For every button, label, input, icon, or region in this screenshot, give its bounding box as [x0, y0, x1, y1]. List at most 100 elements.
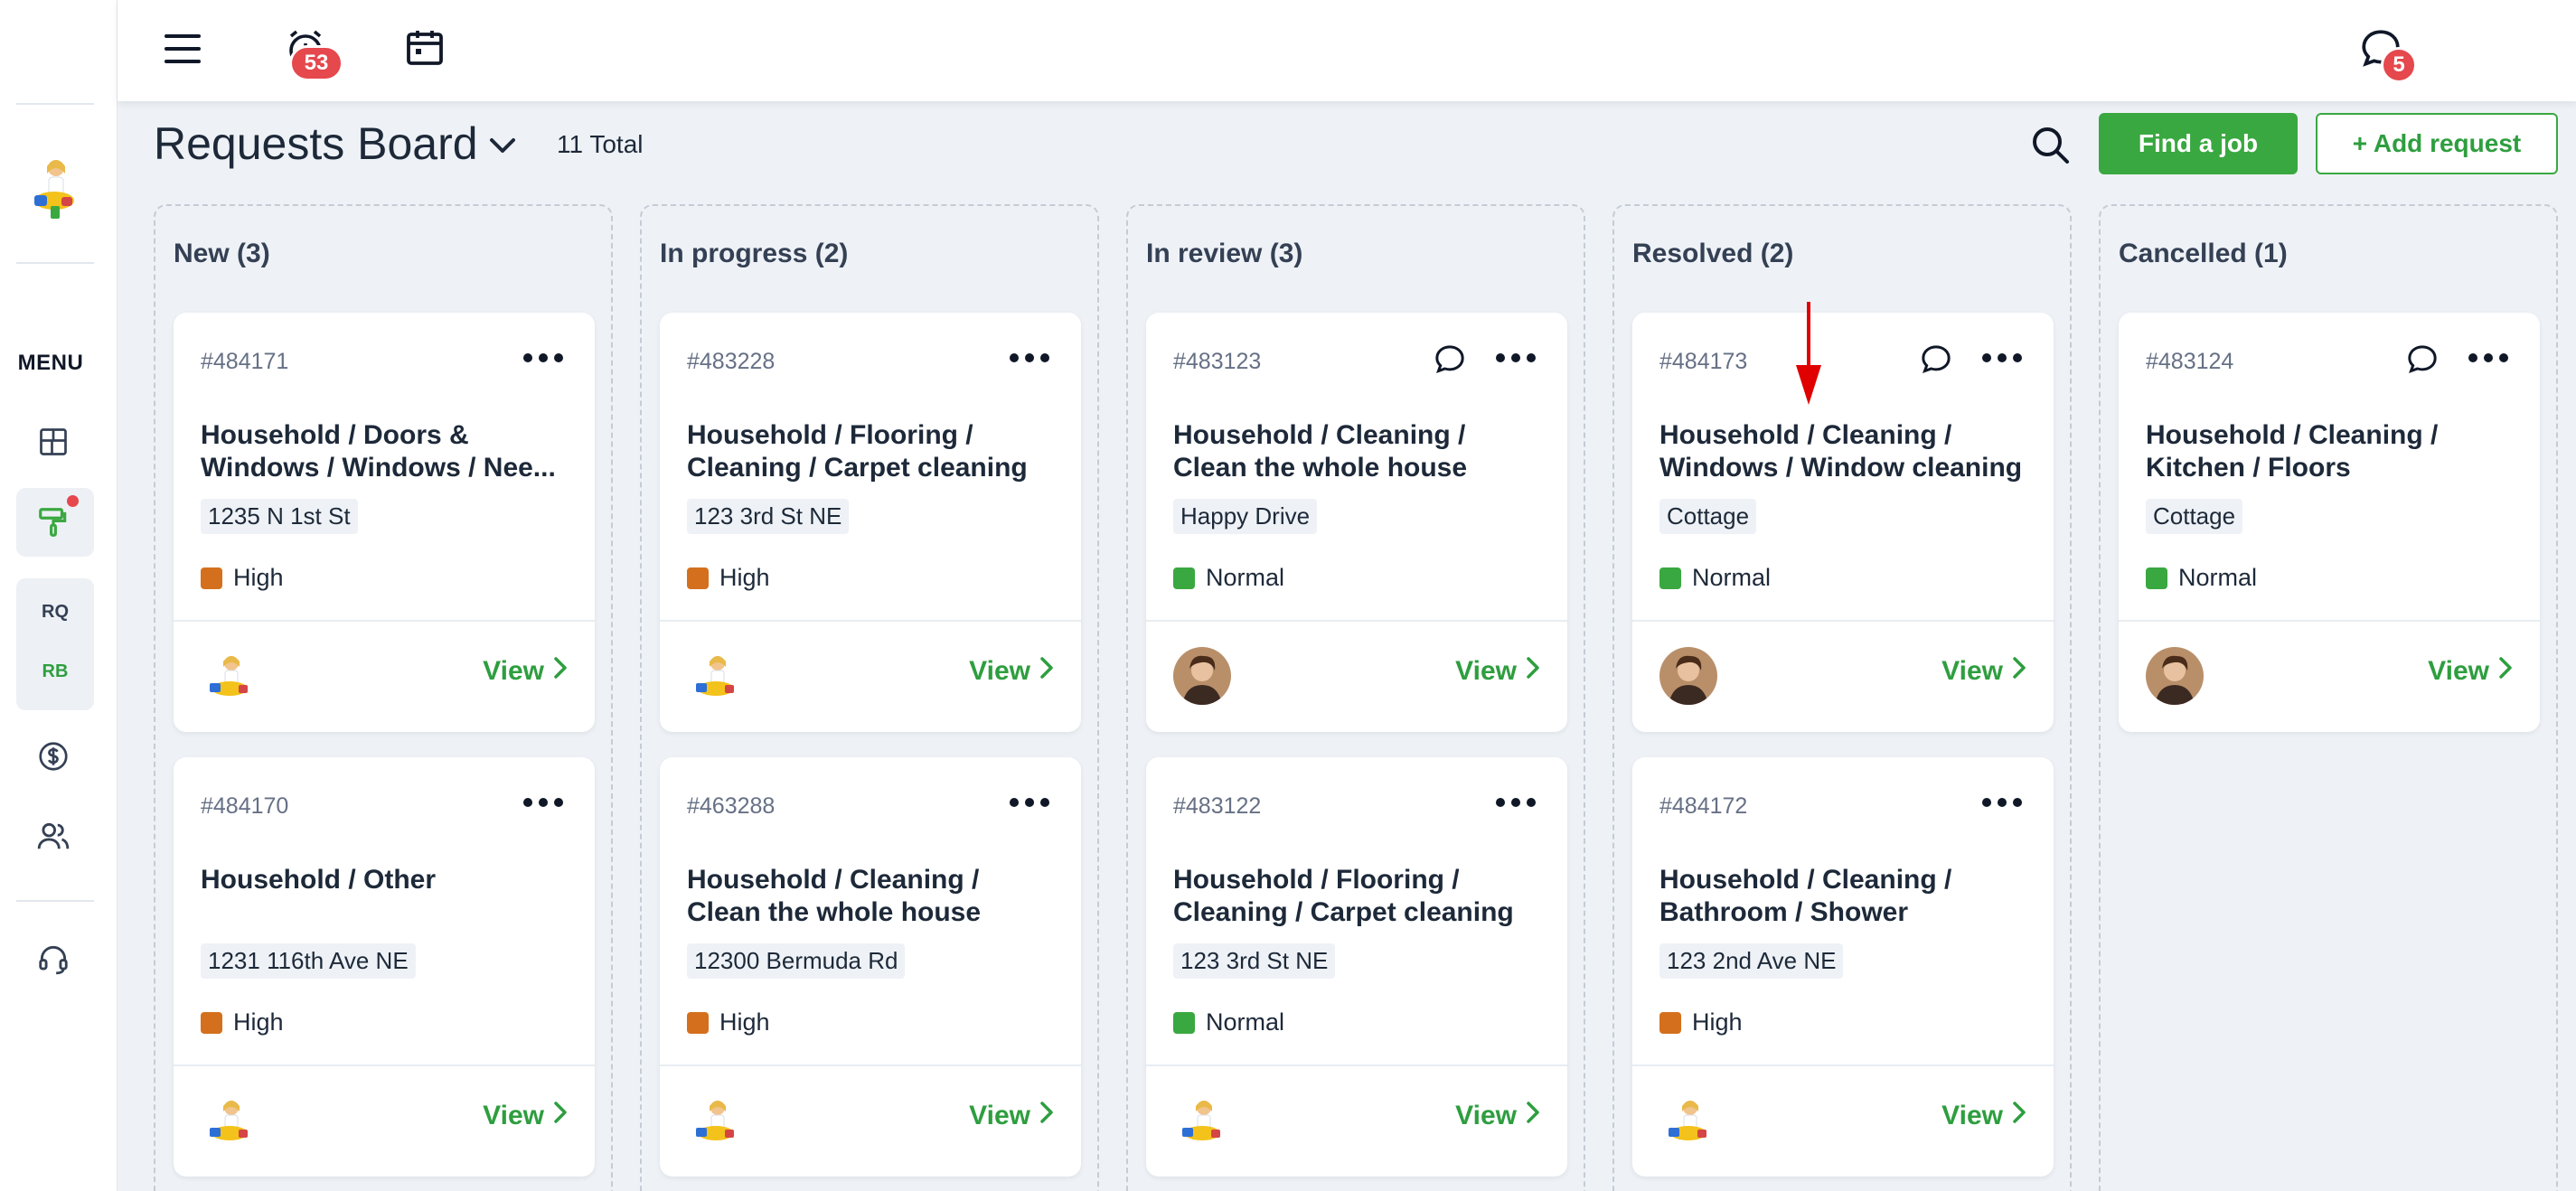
view-label: View: [969, 1101, 1030, 1130]
priority-square-icon: [201, 1011, 222, 1034]
more-options-icon[interactable]: [1009, 795, 1050, 810]
chevron-down-icon[interactable]: [484, 132, 521, 159]
view-link[interactable]: View: [483, 1101, 568, 1131]
request-id: #484170: [201, 793, 289, 819]
comment-icon[interactable]: [1918, 342, 1954, 378]
request-id: #484172: [1659, 793, 1748, 819]
request-id: #483124: [2146, 349, 2234, 374]
assignee-avatar[interactable]: [201, 647, 259, 705]
request-title: Household / Cleaning / Clean the whole h…: [1173, 420, 1468, 483]
assignee-avatar[interactable]: [2146, 647, 2204, 705]
comment-icon[interactable]: [1432, 342, 1468, 378]
sidebar-item-rb[interactable]: RB: [16, 661, 94, 682]
view-label: View: [2428, 656, 2489, 686]
dollar-icon[interactable]: [33, 736, 74, 777]
view-link[interactable]: View: [969, 1101, 1054, 1131]
request-card[interactable]: #483123 Household / Cleaning / Clean the …: [1146, 313, 1567, 732]
request-card[interactable]: #463288 Household / Cleaning / Clean the …: [660, 757, 1081, 1177]
view-link[interactable]: View: [969, 656, 1054, 687]
hamburger-menu-icon[interactable]: [159, 25, 206, 72]
find-job-button[interactable]: Find a job: [2099, 113, 2298, 174]
sidebar-item-rq[interactable]: RQ: [16, 602, 94, 623]
view-link[interactable]: View: [1941, 656, 2026, 687]
more-options-icon[interactable]: [1981, 795, 2023, 810]
priority-indicator: High: [201, 564, 284, 592]
more-options-icon[interactable]: [2468, 351, 2509, 365]
priority-square-icon: [1173, 567, 1195, 589]
view-label: View: [1455, 1101, 1517, 1130]
assignee-avatar[interactable]: [1659, 647, 1717, 705]
priority-indicator: High: [201, 1008, 284, 1036]
assignee-avatar[interactable]: [687, 1092, 745, 1149]
more-options-icon[interactable]: [522, 351, 564, 365]
request-card[interactable]: #484172 Household / Cleaning / Bathroom /…: [1632, 757, 2054, 1177]
priority-square-icon: [201, 567, 222, 589]
request-title: Household / Flooring / Cleaning / Carpet…: [1173, 865, 1514, 927]
address-tag: 123 2nd Ave NE: [1659, 943, 1844, 979]
priority-indicator: High: [687, 564, 770, 592]
priority-indicator: Normal: [1659, 564, 1771, 592]
chevron-right-icon: [1517, 656, 1540, 687]
card-divider: [174, 620, 595, 622]
request-title: Household / Flooring / Cleaning / Carpet…: [687, 420, 1028, 483]
assignee-avatar[interactable]: [687, 647, 745, 705]
more-options-icon[interactable]: [1009, 351, 1050, 365]
view-link[interactable]: View: [1941, 1101, 2026, 1131]
chevron-right-icon: [1030, 1101, 1054, 1131]
view-label: View: [969, 656, 1030, 686]
dashboard-icon[interactable]: [33, 421, 74, 463]
request-card[interactable]: #484173 Household / Cleaning / Windows / …: [1632, 313, 2054, 732]
priority-label: Normal: [1692, 564, 1772, 591]
assignee-avatar[interactable]: [1173, 647, 1231, 705]
address-tag: 123 3rd St NE: [1173, 943, 1336, 979]
request-card[interactable]: #483124 Household / Cleaning / Kitchen / …: [2119, 313, 2540, 732]
sidebar-divider: [16, 900, 94, 902]
notification-dot: [67, 495, 79, 507]
more-options-icon[interactable]: [1495, 351, 1537, 365]
more-options-icon[interactable]: [522, 795, 564, 810]
request-card[interactable]: #484171 Household / Doors & Windows / Win…: [174, 313, 595, 732]
priority-indicator: Normal: [1173, 1008, 1284, 1036]
card-divider: [1632, 620, 2054, 622]
priority-square-icon: [1659, 567, 1681, 589]
card-divider: [660, 1064, 1081, 1066]
request-card[interactable]: #483122 Household / Flooring / Cleaning /…: [1146, 757, 1567, 1177]
view-link[interactable]: View: [2428, 656, 2513, 687]
request-title: Household / Cleaning / Clean the whole h…: [687, 865, 982, 927]
priority-label: Normal: [2178, 564, 2258, 591]
view-link[interactable]: View: [483, 656, 568, 687]
board-column: In progress (2) #483228 Household / Floori…: [640, 204, 1099, 1191]
priority-square-icon: [1173, 1011, 1195, 1034]
more-options-icon[interactable]: [1495, 795, 1537, 810]
search-icon[interactable]: [2028, 123, 2072, 166]
total-count: 11 Total: [557, 130, 644, 158]
column-title: In progress (2): [660, 239, 849, 268]
address-tag: Happy Drive: [1173, 499, 1318, 534]
priority-indicator: Normal: [2146, 564, 2257, 592]
assignee-avatar[interactable]: [1173, 1092, 1231, 1149]
calendar-icon[interactable]: [400, 22, 450, 72]
comment-icon[interactable]: [2404, 342, 2440, 378]
red-arrow-annotation: [1793, 302, 1824, 405]
priority-label: High: [233, 564, 284, 591]
view-link[interactable]: View: [1455, 1101, 1540, 1131]
request-card[interactable]: #483228 Household / Flooring / Cleaning /…: [660, 313, 1081, 732]
card-divider: [1146, 1064, 1567, 1066]
chat-badge: 5: [2381, 47, 2417, 83]
priority-label: Normal: [1206, 564, 1285, 591]
company-logo[interactable]: [27, 155, 81, 224]
paint-roller-icon[interactable]: [33, 502, 74, 543]
users-icon[interactable]: [33, 815, 74, 857]
assignee-avatar[interactable]: [201, 1092, 259, 1149]
view-label: View: [1455, 656, 1517, 686]
headset-icon[interactable]: [33, 938, 74, 980]
more-options-icon[interactable]: [1981, 351, 2023, 365]
add-request-button[interactable]: + Add request: [2316, 113, 2558, 174]
assignee-avatar[interactable]: [1659, 1092, 1717, 1149]
request-card[interactable]: #484170 Household / Other 1231 116th Ave N…: [174, 757, 595, 1177]
view-label: View: [483, 656, 544, 686]
request-id: #483122: [1173, 793, 1262, 819]
priority-label: High: [1692, 1008, 1743, 1036]
view-link[interactable]: View: [1455, 656, 1540, 687]
request-id: #463288: [687, 793, 776, 819]
